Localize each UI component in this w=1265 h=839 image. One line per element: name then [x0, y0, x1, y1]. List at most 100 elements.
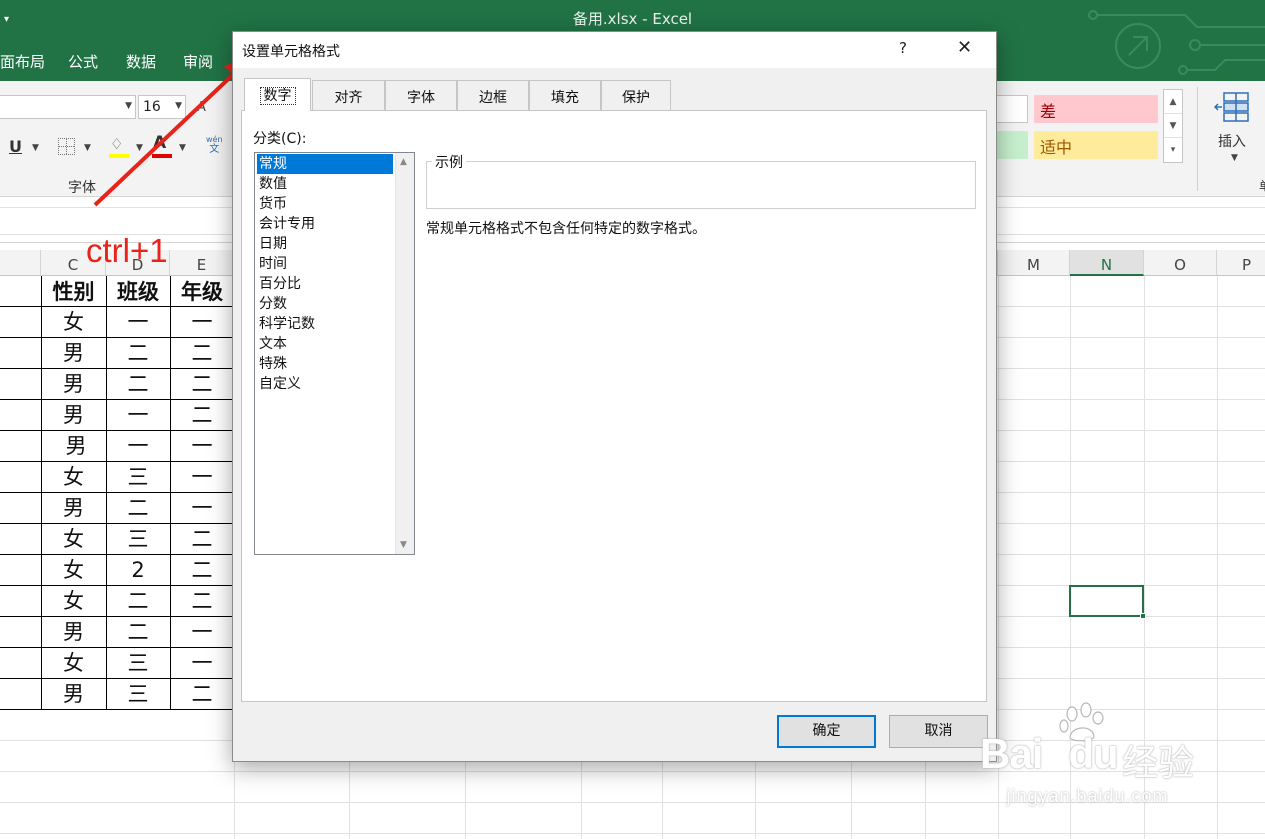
- tab-data[interactable]: 数据: [126, 51, 156, 72]
- table-cell[interactable]: 女: [41, 307, 106, 338]
- styles-gallery-scroll[interactable]: ▲ ▼ ▾: [1163, 89, 1183, 163]
- tab-formulas[interactable]: 公式: [68, 51, 98, 72]
- tab-alignment[interactable]: 对齐: [312, 80, 385, 110]
- insert-cells-icon[interactable]: [1214, 91, 1250, 123]
- borders-dropdown-icon[interactable]: ▼: [84, 143, 91, 153]
- category-item[interactable]: 会计专用: [257, 214, 393, 234]
- table-cell[interactable]: 三: [106, 679, 170, 710]
- table-cell[interactable]: 二: [170, 338, 234, 369]
- table-cell[interactable]: 一: [106, 431, 170, 462]
- table-cell[interactable]: 男: [41, 369, 106, 400]
- header-grade[interactable]: 年级: [170, 277, 234, 308]
- tab-review[interactable]: 审阅: [183, 51, 213, 72]
- table-cell[interactable]: 二: [106, 369, 170, 400]
- table-cell[interactable]: 男: [41, 400, 106, 431]
- table-cell[interactable]: 女: [41, 462, 106, 493]
- category-item[interactable]: 常规: [257, 154, 393, 174]
- close-icon[interactable]: ✕: [957, 37, 972, 58]
- category-item[interactable]: 日期: [257, 234, 393, 254]
- style-normal[interactable]: [996, 95, 1028, 123]
- table-cell[interactable]: 一: [106, 400, 170, 431]
- underline-dropdown-icon[interactable]: ▼: [32, 143, 39, 153]
- style-neutral[interactable]: 适中: [1034, 131, 1158, 159]
- table-cell[interactable]: 一: [170, 617, 234, 648]
- tab-font[interactable]: 字体: [385, 80, 457, 110]
- font-color-dropdown-icon[interactable]: ▼: [179, 143, 186, 153]
- table-cell[interactable]: 男: [41, 493, 106, 524]
- column-header-n[interactable]: N: [1070, 250, 1144, 276]
- column-header-e[interactable]: E: [170, 250, 234, 276]
- column-header-p[interactable]: P: [1217, 250, 1265, 276]
- help-button[interactable]: ?: [899, 39, 907, 57]
- column-header-m[interactable]: M: [998, 250, 1070, 276]
- fill-color-dropdown-icon[interactable]: ▼: [136, 143, 143, 153]
- underline-button[interactable]: U: [9, 137, 22, 156]
- category-item[interactable]: 自定义: [257, 374, 393, 394]
- active-cell-selection[interactable]: [1069, 585, 1146, 619]
- scroll-up-icon[interactable]: ▲: [400, 157, 407, 167]
- table-cell[interactable]: 二: [170, 369, 234, 400]
- font-size-combo[interactable]: 16 ▼: [138, 95, 186, 119]
- table-cell[interactable]: 二: [170, 400, 234, 431]
- column-header-o[interactable]: O: [1144, 250, 1217, 276]
- fill-handle[interactable]: [1140, 613, 1146, 619]
- borders-icon[interactable]: [58, 138, 75, 155]
- fill-color-icon[interactable]: ♢: [110, 135, 123, 153]
- table-cell[interactable]: 三: [106, 648, 170, 679]
- table-cell[interactable]: 二: [170, 555, 234, 586]
- table-cell[interactable]: 2: [106, 555, 170, 586]
- table-cell[interactable]: 一: [170, 648, 234, 679]
- table-cell[interactable]: 男: [41, 338, 106, 369]
- font-name-dropdown-icon[interactable]: ▼: [125, 101, 132, 111]
- tab-page-layout[interactable]: 面布局: [0, 51, 45, 72]
- table-cell[interactable]: 二: [106, 586, 170, 617]
- table-cell[interactable]: 女: [41, 648, 106, 679]
- category-item[interactable]: 文本: [257, 334, 393, 354]
- table-cell[interactable]: 一: [170, 462, 234, 493]
- tab-border[interactable]: 边框: [457, 80, 529, 110]
- increase-font-icon[interactable]: A: [197, 100, 206, 115]
- styles-up-icon[interactable]: ▲: [1164, 90, 1182, 114]
- category-listbox[interactable]: 常规 数值 货币 会计专用 日期 时间 百分比 分数 科学记数 文本 特殊 自定…: [254, 152, 415, 555]
- table-cell[interactable]: 二: [106, 617, 170, 648]
- scroll-down-icon[interactable]: ▼: [400, 540, 407, 550]
- style-bad[interactable]: 差: [1034, 95, 1158, 123]
- table-cell[interactable]: 二: [170, 679, 234, 710]
- tab-number[interactable]: 数字: [244, 78, 311, 111]
- table-cell[interactable]: 二: [106, 493, 170, 524]
- table-cell[interactable]: 二: [170, 524, 234, 555]
- insert-dropdown-icon[interactable]: ▼: [1231, 153, 1238, 163]
- font-name-combo[interactable]: ▼: [0, 95, 136, 119]
- table-cell[interactable]: 一: [170, 493, 234, 524]
- column-header-b[interactable]: [0, 250, 41, 276]
- table-cell[interactable]: 女: [41, 524, 106, 555]
- category-item[interactable]: 特殊: [257, 354, 393, 374]
- category-item[interactable]: 百分比: [257, 274, 393, 294]
- table-cell[interactable]: 男: [41, 617, 106, 648]
- style-good[interactable]: [996, 131, 1028, 159]
- insert-button-label[interactable]: 插入: [1218, 131, 1246, 151]
- tab-protection[interactable]: 保护: [601, 80, 671, 110]
- styles-more-icon[interactable]: ▾: [1164, 138, 1182, 162]
- table-cell[interactable]: 三: [106, 524, 170, 555]
- table-cell[interactable]: 二: [170, 586, 234, 617]
- category-item[interactable]: 分数: [257, 294, 393, 314]
- table-cell[interactable]: 男: [41, 679, 106, 710]
- category-item[interactable]: 数值: [257, 174, 393, 194]
- header-class[interactable]: 班级: [106, 277, 170, 308]
- font-size-dropdown-icon[interactable]: ▼: [175, 101, 182, 111]
- category-item[interactable]: 时间: [257, 254, 393, 274]
- styles-down-icon[interactable]: ▼: [1164, 114, 1182, 138]
- category-scrollbar[interactable]: ▲ ▼: [395, 153, 414, 554]
- category-item[interactable]: 科学记数: [257, 314, 393, 334]
- phonetic-guide-icon[interactable]: wén 文: [206, 135, 223, 155]
- table-cell[interactable]: 女: [41, 555, 106, 586]
- ok-button[interactable]: 确定: [777, 715, 876, 748]
- font-color-icon[interactable]: A: [153, 133, 166, 153]
- category-item[interactable]: 货币: [257, 194, 393, 214]
- table-cell[interactable]: 三: [106, 462, 170, 493]
- table-cell[interactable]: 一: [170, 431, 234, 462]
- table-cell[interactable]: 女: [41, 586, 106, 617]
- table-cell[interactable]: 二: [106, 338, 170, 369]
- table-cell[interactable]: 一: [106, 307, 170, 338]
